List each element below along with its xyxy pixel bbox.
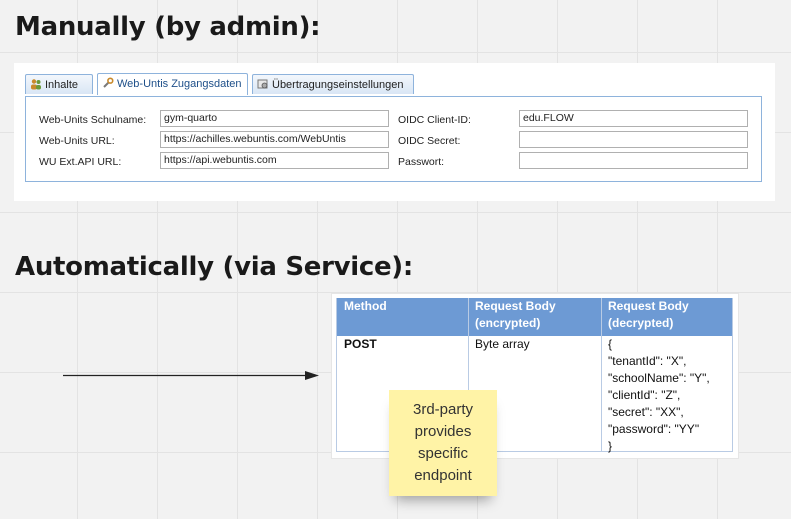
schulname-field[interactable]: gym-quarto [160,110,389,127]
table-border [336,298,337,452]
tab-label: Web-Untis Zugangsdaten [117,78,242,90]
tab-uebertragungseinstellungen[interactable]: Übertragungseinstellungen [252,74,414,94]
password-field[interactable] [519,152,748,169]
schulname-label: Web-Units Schulname: [39,114,147,126]
admin-settings-panel: Inhalte Web-Untis Zugangsdaten Übertragu… [14,63,775,201]
sticky-note-text: 3rd-party provides specific endpoint [413,399,473,487]
client-id-field[interactable]: edu.FLOW [519,110,748,127]
table-border [732,298,733,452]
automatic-heading: Automatically (via Service): [15,252,413,282]
tab-inhalte[interactable]: Inhalte [25,74,93,94]
manual-heading: Manually (by admin): [15,12,321,42]
wrench-icon [103,77,114,88]
sticky-note[interactable]: 3rd-party provides specific endpoint [389,390,497,496]
sticky-line: provides [414,423,472,440]
credentials-form: Web-Units Schulname: gym-quarto Web-Unit… [25,96,762,182]
arrow-right-icon [63,371,319,380]
column-divider [601,298,602,452]
people-icon [31,79,41,90]
encrypted-body-cell: Byte array [475,337,530,351]
url-field[interactable]: https://achilles.webuntis.com/WebUntis [160,131,389,148]
ext-api-url-field[interactable]: https://api.webuntis.com [160,152,389,169]
tab-label: Inhalte [45,79,79,91]
tab-web-untis-zugangsdaten[interactable]: Web-Untis Zugangsdaten [97,73,248,95]
client-id-label: OIDC Client-ID: [398,114,471,126]
method-cell: POST [344,337,377,351]
header-decrypted: Request Body (decrypted) [608,299,689,330]
secret-field[interactable] [519,131,748,148]
password-label: Passwort: [398,156,445,168]
header-method: Method [344,299,387,313]
url-label: Web-Units URL: [39,135,115,147]
ext-api-url-label: WU Ext.API URL: [39,156,122,168]
secret-label: OIDC Secret: [398,135,461,147]
decrypted-body-cell: { "tenantId": "X", "schoolName": "Y", "c… [608,337,710,453]
sticky-line: specific [417,445,469,462]
sticky-line: 3rd-party [412,401,474,418]
header-encrypted: Request Body (encrypted) [475,299,556,330]
transfer-settings-icon [257,79,268,89]
sticky-line: endpoint [414,467,472,484]
tab-label: Übertragungseinstellungen [272,79,404,91]
